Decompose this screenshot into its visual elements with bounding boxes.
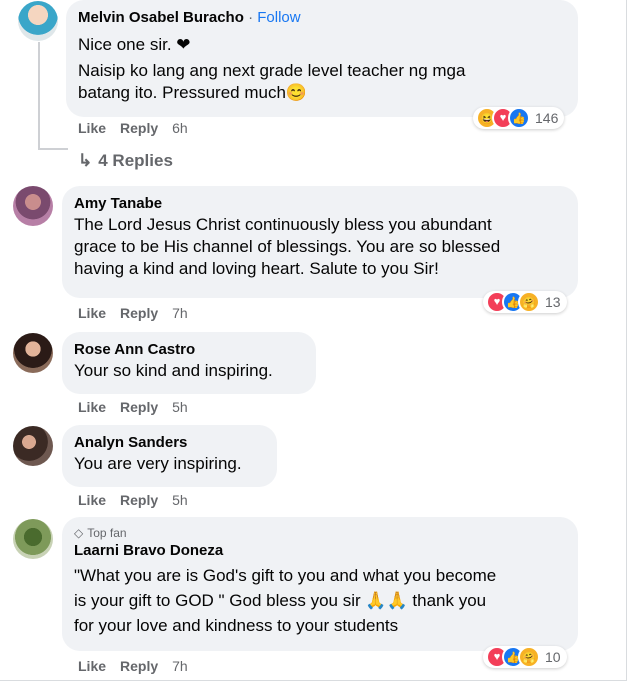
comment-bubble: Amy Tanabe The Lord Jesus Christ continu… bbox=[62, 186, 578, 298]
reply-button[interactable]: Reply bbox=[120, 305, 158, 321]
comment-bubble: ◇ Top fan Laarni Bravo Doneza "What you … bbox=[62, 517, 578, 651]
timestamp[interactable]: 7h bbox=[172, 658, 188, 674]
timestamp[interactable]: 7h bbox=[172, 305, 188, 321]
comment-author[interactable]: Amy Tanabe bbox=[74, 194, 566, 214]
comment-bubble: Rose Ann Castro Your so kind and inspiri… bbox=[62, 332, 316, 394]
replies-label: 4 Replies bbox=[98, 151, 173, 170]
timestamp[interactable]: 5h bbox=[172, 399, 188, 415]
like-button[interactable]: Like bbox=[78, 658, 106, 674]
comment-text-line: The Lord Jesus Christ continuously bless… bbox=[74, 215, 492, 234]
reaction-count: 146 bbox=[535, 110, 559, 126]
thread-line-curve bbox=[38, 148, 68, 150]
reply-button[interactable]: Reply bbox=[120, 120, 158, 136]
reaction-summary[interactable]: 😆 ♥ 👍 146 bbox=[473, 107, 565, 129]
separator: · bbox=[248, 9, 254, 26]
comment-author[interactable]: Laarni Bravo Doneza bbox=[74, 541, 566, 561]
diamond-icon: ◇ bbox=[74, 526, 84, 540]
care-icon: 🤗 bbox=[518, 646, 540, 668]
avatar[interactable] bbox=[18, 1, 58, 41]
reaction-summary[interactable]: ♥ 👍 🤗 10 bbox=[483, 646, 567, 668]
comment-text-line: having a kind and loving heart. Salute t… bbox=[74, 259, 439, 278]
avatar[interactable] bbox=[13, 333, 53, 373]
avatar[interactable] bbox=[13, 426, 53, 466]
comment-bubble: Analyn Sanders You are very inspiring. bbox=[62, 425, 277, 487]
reaction-summary[interactable]: ♥ 👍 🤗 13 bbox=[483, 291, 567, 313]
like-button[interactable]: Like bbox=[78, 492, 106, 508]
view-replies-button[interactable]: ↳ 4 Replies bbox=[78, 151, 173, 171]
timestamp[interactable]: 5h bbox=[172, 492, 188, 508]
like-button[interactable]: Like bbox=[78, 305, 106, 321]
comment-text-line: grace to be His channel of blessings. Yo… bbox=[74, 237, 501, 256]
comment-text-line: You are very inspiring. bbox=[74, 454, 242, 473]
timestamp[interactable]: 6h bbox=[172, 120, 188, 136]
comment-author[interactable]: Rose Ann Castro bbox=[74, 340, 304, 360]
reply-arrow-icon: ↳ bbox=[78, 151, 93, 170]
follow-link[interactable]: Follow bbox=[257, 9, 300, 26]
care-icon: 🤗 bbox=[518, 291, 540, 313]
comment-text-line: is your gift to GOD " God bless you sir … bbox=[74, 591, 487, 610]
comment-author[interactable]: Melvin Osabel Buracho bbox=[78, 9, 244, 26]
comment-text-line: Your so kind and inspiring. bbox=[74, 361, 273, 380]
comment-text-line: batang ito. Pressured much😊 bbox=[78, 83, 308, 102]
reply-button[interactable]: Reply bbox=[120, 658, 158, 674]
reply-button[interactable]: Reply bbox=[120, 399, 158, 415]
comment-actions: Like Reply 6h bbox=[78, 120, 188, 136]
thread-line bbox=[38, 42, 40, 150]
avatar[interactable] bbox=[13, 186, 53, 226]
comment-text-line: Naisip ko lang ang next grade level teac… bbox=[78, 61, 466, 80]
top-fan-badge: ◇ Top fan bbox=[74, 526, 127, 540]
comment-text-line: Nice one sir. ❤ bbox=[78, 35, 191, 54]
like-icon: 👍 bbox=[508, 107, 530, 129]
reply-button[interactable]: Reply bbox=[120, 492, 158, 508]
comment-text-line: "What you are is God's gift to you and w… bbox=[74, 566, 497, 585]
comment-actions: Like Reply 7h bbox=[78, 658, 188, 674]
like-button[interactable]: Like bbox=[78, 399, 106, 415]
avatar[interactable] bbox=[13, 519, 53, 559]
comment-bubble: Melvin Osabel Buracho · Follow Nice one … bbox=[66, 0, 578, 117]
comment-text-line: for your love and kindness to your stude… bbox=[74, 616, 399, 635]
reaction-count: 13 bbox=[545, 294, 561, 310]
comment-actions: Like Reply 7h bbox=[78, 305, 188, 321]
like-button[interactable]: Like bbox=[78, 120, 106, 136]
comment-actions: Like Reply 5h bbox=[78, 399, 188, 415]
reaction-count: 10 bbox=[545, 649, 561, 665]
comment-author[interactable]: Analyn Sanders bbox=[74, 433, 265, 453]
comment-actions: Like Reply 5h bbox=[78, 492, 188, 508]
